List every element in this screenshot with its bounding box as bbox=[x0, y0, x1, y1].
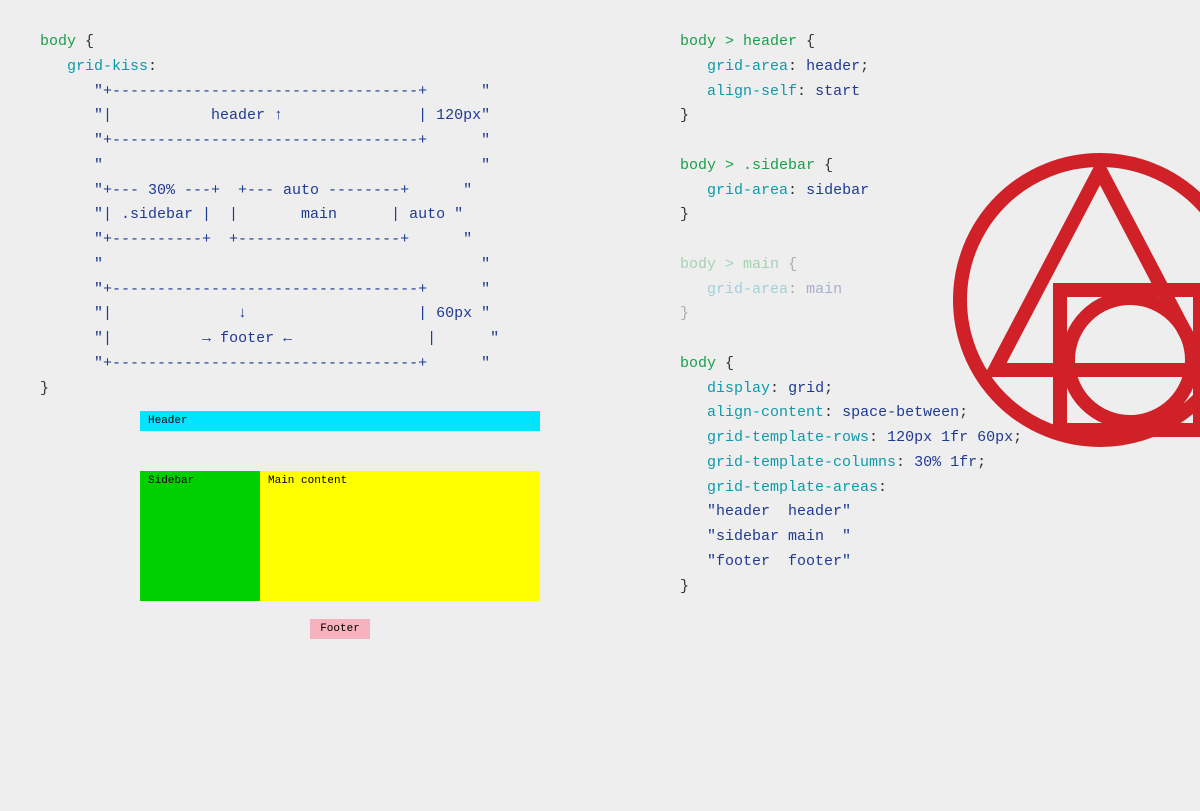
demo-main: Main content bbox=[260, 471, 540, 601]
code-right: body > header { grid-area: header; align… bbox=[680, 30, 1160, 599]
arrow-left-icon: ← bbox=[283, 330, 292, 347]
selector-body-header: body > header bbox=[680, 33, 797, 50]
demo-sidebar: Sidebar bbox=[140, 471, 260, 601]
code-left: body { grid-kiss: "+--------------------… bbox=[40, 30, 600, 401]
arrow-right-icon: → bbox=[202, 330, 211, 347]
arrow-up-icon: ↑ bbox=[274, 107, 283, 124]
demo-footer: Footer bbox=[310, 619, 370, 639]
demo-header: Header bbox=[140, 411, 540, 431]
selector-body: body bbox=[40, 33, 76, 50]
selector-body-2: body bbox=[680, 355, 716, 372]
selector-body-main: body > main bbox=[680, 256, 779, 273]
arrow-down-icon: ↓ bbox=[238, 305, 247, 322]
prop-grid-kiss: grid-kiss bbox=[67, 58, 148, 75]
selector-body-sidebar: body > .sidebar bbox=[680, 157, 815, 174]
grid-demo: Header Sidebar Main content Footer bbox=[140, 411, 540, 639]
